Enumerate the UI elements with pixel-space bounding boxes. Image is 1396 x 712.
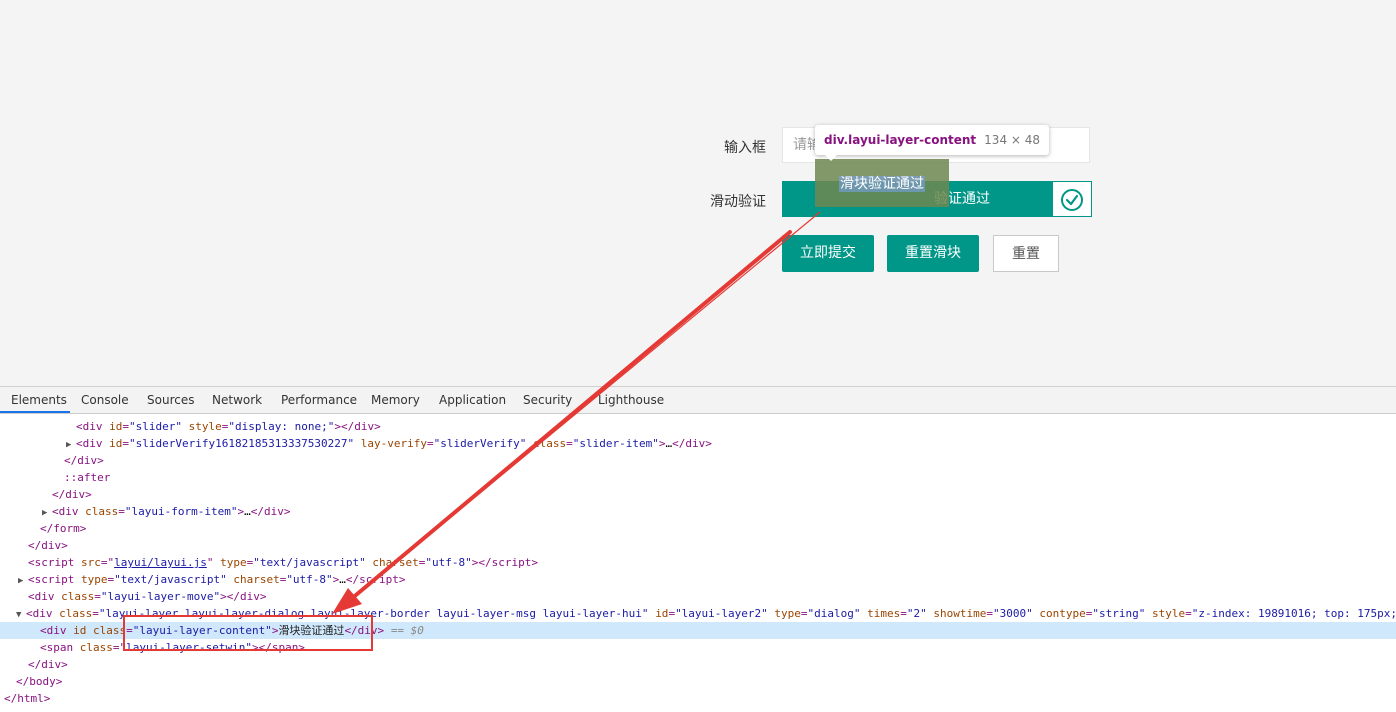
devtools-panel: Elements Console Sources Network Perform… bbox=[0, 386, 1396, 712]
tab-performance[interactable]: Performance bbox=[281, 387, 357, 413]
dom-line[interactable]: </div> bbox=[0, 537, 1396, 554]
devtools-tabbar: Elements Console Sources Network Perform… bbox=[0, 387, 1396, 414]
dom-line[interactable]: <div class="layui-layer-move"></div> bbox=[0, 588, 1396, 605]
layer-message: 滑块验证通过 bbox=[815, 159, 949, 207]
reset-slider-button[interactable]: 重置滑块 bbox=[887, 235, 979, 272]
annotation-box bbox=[123, 615, 373, 651]
dom-line[interactable]: <script src="layui/layui.js" type="text/… bbox=[0, 554, 1396, 571]
tab-network[interactable]: Network bbox=[212, 387, 262, 413]
tooltip-arrow bbox=[825, 155, 837, 161]
dom-line[interactable]: ▶ <script type="text/javascript" charset=… bbox=[0, 571, 1396, 588]
dom-line[interactable]: </body> bbox=[0, 673, 1396, 690]
dom-line[interactable]: </div> bbox=[0, 486, 1396, 503]
dom-line[interactable]: </form> bbox=[0, 520, 1396, 537]
tab-sources[interactable]: Sources bbox=[147, 387, 194, 413]
layer-message-content: 滑块验证通过 bbox=[839, 176, 925, 192]
inspect-tooltip: div.layui-layer-content 134 × 48 bbox=[815, 125, 1050, 161]
dom-line[interactable]: ▶ <div id="sliderVerify161821853133375302… bbox=[0, 435, 1396, 452]
dom-line[interactable]: </div> bbox=[0, 656, 1396, 673]
dom-line[interactable]: ::after bbox=[0, 469, 1396, 486]
app-page: 输入框 滑动验证 验证通过 立即提交 重置滑块 重置 滑块验证通过 div.la… bbox=[0, 0, 1396, 386]
tab-elements[interactable]: Elements bbox=[0, 387, 70, 413]
slider-label: 滑动验证 bbox=[710, 194, 766, 210]
tooltip-selector: div.layui-layer-content bbox=[824, 133, 977, 147]
tab-memory[interactable]: Memory bbox=[371, 387, 420, 413]
tooltip-dimensions: 134 × 48 bbox=[984, 133, 1041, 147]
reset-button[interactable]: 重置 bbox=[993, 235, 1059, 272]
dom-line[interactable]: </div> bbox=[0, 452, 1396, 469]
check-circle-icon bbox=[1061, 189, 1083, 211]
dom-line[interactable]: ▶ <div class="layui-form-item">…</div> bbox=[0, 503, 1396, 520]
dom-line[interactable]: </html> bbox=[0, 690, 1396, 707]
slider-handle[interactable] bbox=[1052, 181, 1092, 217]
dom-line[interactable]: <div id="slider" style="display: none;">… bbox=[0, 418, 1396, 435]
tab-security[interactable]: Security bbox=[523, 387, 572, 413]
tab-console[interactable]: Console bbox=[81, 387, 129, 413]
selected-marker: == $0 bbox=[390, 624, 424, 637]
tab-lighthouse[interactable]: Lighthouse bbox=[598, 387, 664, 413]
input-label: 输入框 bbox=[724, 140, 766, 156]
submit-button[interactable]: 立即提交 bbox=[782, 235, 874, 272]
tab-application[interactable]: Application bbox=[439, 387, 506, 413]
